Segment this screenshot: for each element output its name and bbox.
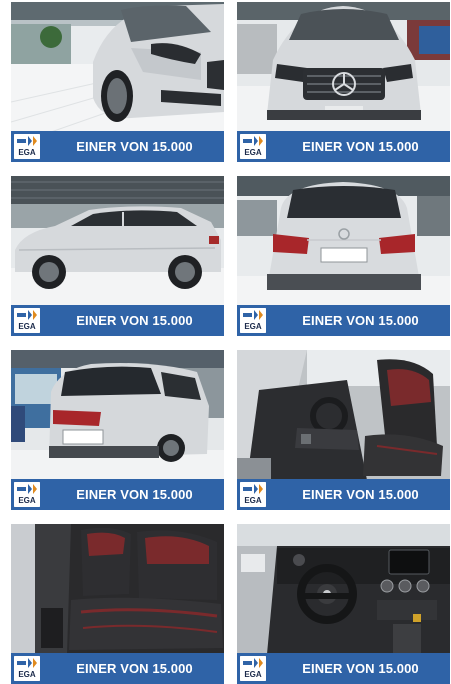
banner-text: EINER VON 15.000	[302, 313, 419, 328]
banner-text: EINER VON 15.000	[76, 139, 193, 154]
banner-text: EINER VON 15.000	[302, 139, 419, 154]
front-car-photo	[237, 2, 450, 132]
offer-banner: EGA EINER VON 15.000	[11, 479, 224, 510]
svg-text:EGA: EGA	[244, 322, 262, 331]
banner-text: EINER VON 15.000	[76, 661, 193, 676]
offer-banner: EGA EINER VON 15.000	[237, 653, 450, 684]
gallery-tile[interactable]: EGA EINER VON 15.000	[11, 176, 224, 336]
svg-text:EGA: EGA	[18, 322, 36, 331]
offer-banner: EGA EINER VON 15.000	[11, 653, 224, 684]
gallery-tile[interactable]: EGA EINER VON 15.000	[237, 176, 450, 336]
offer-banner: EGA EINER VON 15.000	[237, 131, 450, 162]
banner-text: EINER VON 15.000	[76, 313, 193, 328]
ega-logo: EGA	[240, 482, 266, 507]
side-car-photo	[11, 176, 224, 306]
ega-logo: EGA	[14, 308, 40, 333]
ega-logo: EGA	[240, 134, 266, 159]
ega-logo: EGA	[14, 656, 40, 681]
svg-text:EGA: EGA	[18, 496, 36, 505]
front-left-car-photo	[11, 2, 224, 132]
ega-logo: EGA	[14, 482, 40, 507]
dashboard-photo	[237, 524, 450, 654]
banner-text: EINER VON 15.000	[302, 661, 419, 676]
svg-text:EGA: EGA	[244, 496, 262, 505]
gallery-tile[interactable]: EGA EINER VON 15.000	[237, 2, 450, 162]
front-seats-photo	[237, 350, 450, 480]
ega-logo: EGA	[240, 308, 266, 333]
gallery-tile[interactable]: EGA EINER VON 15.000	[11, 350, 224, 510]
offer-banner: EGA EINER VON 15.000	[11, 305, 224, 336]
gallery-tile[interactable]: EGA EINER VON 15.000	[11, 2, 224, 162]
offer-banner: EGA EINER VON 15.000	[11, 131, 224, 162]
gallery-tile[interactable]: EGA EINER VON 15.000	[11, 524, 224, 684]
rear-car-photo	[237, 176, 450, 306]
gallery-tile[interactable]: EGA EINER VON 15.000	[237, 350, 450, 510]
banner-text: EINER VON 15.000	[302, 487, 419, 502]
rear-seats-photo	[11, 524, 224, 654]
gallery-tile[interactable]: EGA EINER VON 15.000	[237, 524, 450, 684]
banner-text: EINER VON 15.000	[76, 487, 193, 502]
ega-logo: EGA	[14, 134, 40, 159]
svg-text:EGA: EGA	[244, 148, 262, 157]
offer-banner: EGA EINER VON 15.000	[237, 479, 450, 510]
svg-text:EGA: EGA	[244, 670, 262, 679]
car-photo-gallery: EGA EINER VON 15.000 EGA EINER VON 15.00…	[0, 0, 451, 684]
rear-left-car-photo	[11, 350, 224, 480]
offer-banner: EGA EINER VON 15.000	[237, 305, 450, 336]
svg-text:EGA: EGA	[18, 670, 36, 679]
ega-logo: EGA	[240, 656, 266, 681]
svg-text:EGA: EGA	[18, 148, 36, 157]
